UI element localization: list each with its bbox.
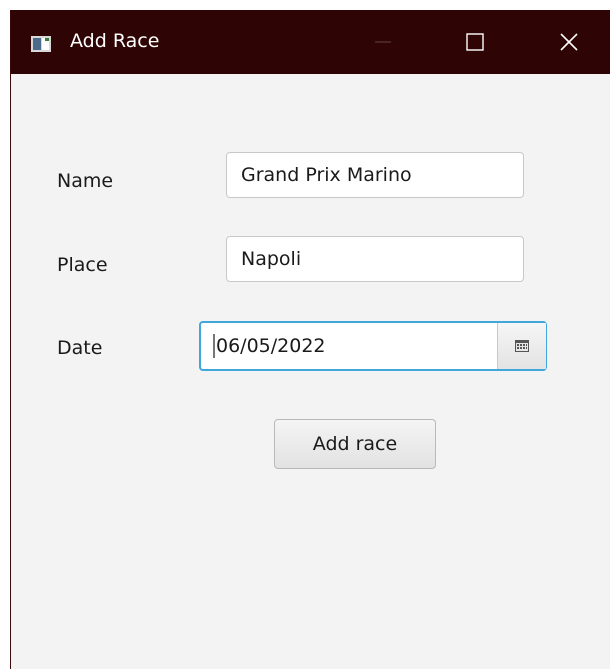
add-race-button[interactable]: Add race (274, 419, 436, 469)
name-input[interactable]: Grand Prix Marino (226, 152, 524, 198)
date-picker[interactable]: 06/05/2022 (199, 321, 547, 371)
text-caret (213, 334, 215, 358)
minimize-button[interactable] (357, 10, 409, 74)
window-title: Add Race (70, 30, 160, 52)
date-label: Date (57, 337, 103, 359)
maximize-icon (466, 33, 484, 51)
date-input[interactable]: 06/05/2022 (201, 323, 497, 369)
add-race-window: Add Race Name Grand Prix Marino Place Na… (10, 10, 610, 669)
minimize-icon (375, 41, 391, 43)
calendar-button[interactable] (497, 323, 546, 369)
date-value: 06/05/2022 (216, 335, 326, 357)
place-label: Place (57, 254, 108, 276)
close-icon (560, 33, 578, 51)
maximize-button[interactable] (449, 10, 501, 74)
calendar-icon (515, 340, 529, 352)
close-button[interactable] (543, 10, 595, 74)
name-label: Name (57, 170, 114, 192)
app-icon (31, 36, 51, 52)
title-bar[interactable]: Add Race (11, 10, 610, 74)
place-input[interactable]: Napoli (226, 236, 524, 282)
